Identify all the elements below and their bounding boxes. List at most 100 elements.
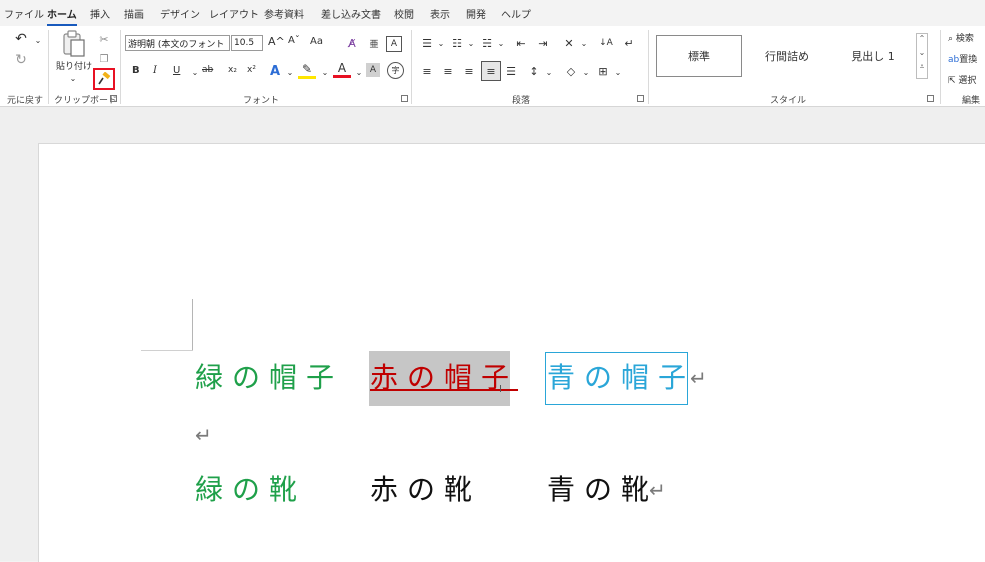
- copy-icon[interactable]: ❐: [95, 50, 113, 68]
- asian-layout-dropdown-chevron-icon[interactable]: ⌄: [575, 34, 593, 52]
- highlight-dropdown-chevron-icon[interactable]: ⌄: [316, 63, 334, 81]
- clear-formatting-icon[interactable]: A̸: [343, 34, 361, 52]
- styles-scroll-up-icon[interactable]: ⌃: [917, 34, 927, 48]
- text-red-hat-selected[interactable]: 赤の帽子: [370, 358, 518, 398]
- font-color-icon[interactable]: A: [333, 60, 351, 78]
- tab-references[interactable]: 参考資料: [264, 6, 304, 21]
- font-name-combo[interactable]: 游明朝 (本文のフォント: [125, 35, 230, 51]
- bold-button[interactable]: B: [132, 65, 140, 76]
- increase-indent-icon[interactable]: ⇥: [534, 34, 552, 52]
- undo-icon[interactable]: ↶: [12, 30, 30, 48]
- group-divider: [940, 30, 941, 104]
- italic-button[interactable]: I: [153, 65, 157, 76]
- tab-help[interactable]: ヘルプ: [501, 6, 531, 21]
- format-painter-icon: [98, 72, 111, 85]
- paragraph-mark-icon: ↵: [649, 478, 666, 502]
- group-divider: [120, 30, 121, 104]
- tab-view[interactable]: 表示: [430, 6, 450, 21]
- tab-review[interactable]: 校閲: [394, 6, 414, 21]
- undo-group-label: 元に戻す: [7, 96, 44, 106]
- paragraph-group-label: 段落: [512, 96, 531, 106]
- character-border-icon[interactable]: A: [386, 36, 402, 52]
- paragraph-dialog-launcher-icon[interactable]: [637, 95, 644, 102]
- i-beam-cursor-icon: I: [499, 384, 502, 395]
- search-icon: ⌕: [948, 34, 954, 44]
- text-blue-shoes[interactable]: 青の靴: [547, 470, 658, 510]
- styles-more-icon[interactable]: ⩡: [917, 62, 927, 76]
- redo-icon[interactable]: ↻: [12, 51, 30, 69]
- style-normal[interactable]: 標準: [656, 35, 742, 77]
- distributed-icon[interactable]: ☰: [502, 62, 520, 80]
- align-center-icon[interactable]: ≡: [439, 62, 457, 80]
- style-heading-1[interactable]: 見出し 1: [832, 35, 914, 77]
- decrease-indent-icon[interactable]: ⇤: [512, 34, 530, 52]
- replace-icon: ab: [948, 55, 960, 65]
- font-group-label: フォント: [243, 96, 280, 106]
- tab-draw[interactable]: 描画: [124, 6, 144, 21]
- cut-icon[interactable]: ✂: [95, 30, 113, 48]
- group-divider: [48, 30, 49, 104]
- tab-layout[interactable]: レイアウト: [209, 6, 259, 21]
- replace-label: 置換: [959, 55, 978, 65]
- find-button[interactable]: ⌕ 検索: [948, 31, 974, 44]
- highlight-color-icon[interactable]: ✎: [298, 62, 316, 79]
- character-shading-icon[interactable]: A: [366, 63, 380, 77]
- change-case-button[interactable]: Aa: [310, 36, 323, 47]
- align-right-icon[interactable]: ≡: [460, 62, 478, 80]
- format-painter-button[interactable]: [93, 68, 115, 90]
- styles-scroll-down-icon[interactable]: ⌄: [917, 48, 927, 62]
- margin-guide-horizontal: [141, 350, 193, 351]
- tab-insert[interactable]: 挿入: [90, 6, 110, 21]
- phonetic-guide-icon[interactable]: 亜: [365, 34, 383, 52]
- paste-icon[interactable]: [62, 30, 86, 58]
- editing-group-label: 編集: [962, 96, 981, 106]
- strikethrough-button[interactable]: ab: [202, 65, 213, 75]
- tab-file[interactable]: ファイル: [4, 6, 44, 21]
- style-no-spacing[interactable]: 行間詰め: [744, 35, 830, 77]
- tab-developer[interactable]: 開発: [466, 6, 486, 21]
- styles-group-label: スタイル: [770, 96, 807, 106]
- margin-guide-vertical: [192, 299, 193, 351]
- sort-icon[interactable]: ↓A: [597, 34, 615, 52]
- paste-dropdown-chevron-icon[interactable]: ⌄: [64, 69, 82, 87]
- superscript-button[interactable]: x²: [247, 65, 256, 75]
- tab-home[interactable]: ホーム: [47, 6, 77, 26]
- replace-button[interactable]: ab置換: [948, 52, 977, 65]
- clipboard-dialog-launcher-icon[interactable]: [110, 95, 117, 102]
- tab-design[interactable]: デザイン: [160, 6, 200, 21]
- undo-dropdown-chevron-icon[interactable]: ⌄: [29, 31, 47, 49]
- underline-button[interactable]: U: [173, 65, 180, 76]
- find-label: 検索: [955, 34, 974, 44]
- cursor-arrow-icon: ⇱: [948, 76, 956, 86]
- ribbon: ↶ ⌄ ↻ 元に戻す 貼り付け ⌄ ✂ ❐ クリップボード 游明朝 (本文のフォ…: [0, 26, 985, 107]
- text-red-shoes[interactable]: 赤の靴: [370, 470, 481, 510]
- borders-dropdown-chevron-icon[interactable]: ⌄: [609, 63, 627, 81]
- document-page[interactable]: [38, 143, 985, 562]
- text-effects-dropdown-chevron-icon[interactable]: ⌄: [281, 63, 299, 81]
- group-divider: [411, 30, 412, 104]
- align-left-icon[interactable]: ≡: [418, 62, 436, 80]
- multilevel-dropdown-chevron-icon[interactable]: ⌄: [492, 34, 510, 52]
- paragraph-mark-icon: ↵: [195, 423, 212, 447]
- group-divider: [648, 30, 649, 104]
- font-size-combo[interactable]: 10.5: [231, 35, 263, 51]
- font-dialog-launcher-icon[interactable]: [401, 95, 408, 102]
- grow-font-button[interactable]: A^: [268, 35, 285, 48]
- text-green-shoes[interactable]: 緑の靴: [195, 470, 306, 510]
- ribbon-tab-bar: ファイル ホーム 挿入 描画 デザイン レイアウト 参考資料 差し込み文書 校閲…: [0, 0, 985, 26]
- enclose-characters-icon[interactable]: 字: [387, 62, 404, 79]
- clipboard-group-label: クリップボード: [54, 96, 118, 106]
- text-green-hat[interactable]: 緑の帽子: [195, 358, 343, 398]
- styles-dialog-launcher-icon[interactable]: [927, 95, 934, 102]
- select-label: 選択: [958, 76, 977, 86]
- shrink-font-button[interactable]: Aˇ: [288, 35, 300, 46]
- subscript-button[interactable]: x₂: [228, 65, 237, 75]
- tab-mailings[interactable]: 差し込み文書: [321, 6, 381, 21]
- select-button[interactable]: ⇱ 選択: [948, 73, 976, 86]
- text-blue-hat[interactable]: 青の帽子: [547, 358, 695, 398]
- justify-icon[interactable]: ≡: [481, 61, 501, 81]
- show-formatting-marks-icon[interactable]: ↵: [620, 34, 638, 52]
- line-spacing-dropdown-chevron-icon[interactable]: ⌄: [540, 63, 558, 81]
- shading-dropdown-chevron-icon[interactable]: ⌄: [577, 63, 595, 81]
- paragraph-mark-icon: ↵: [690, 366, 707, 390]
